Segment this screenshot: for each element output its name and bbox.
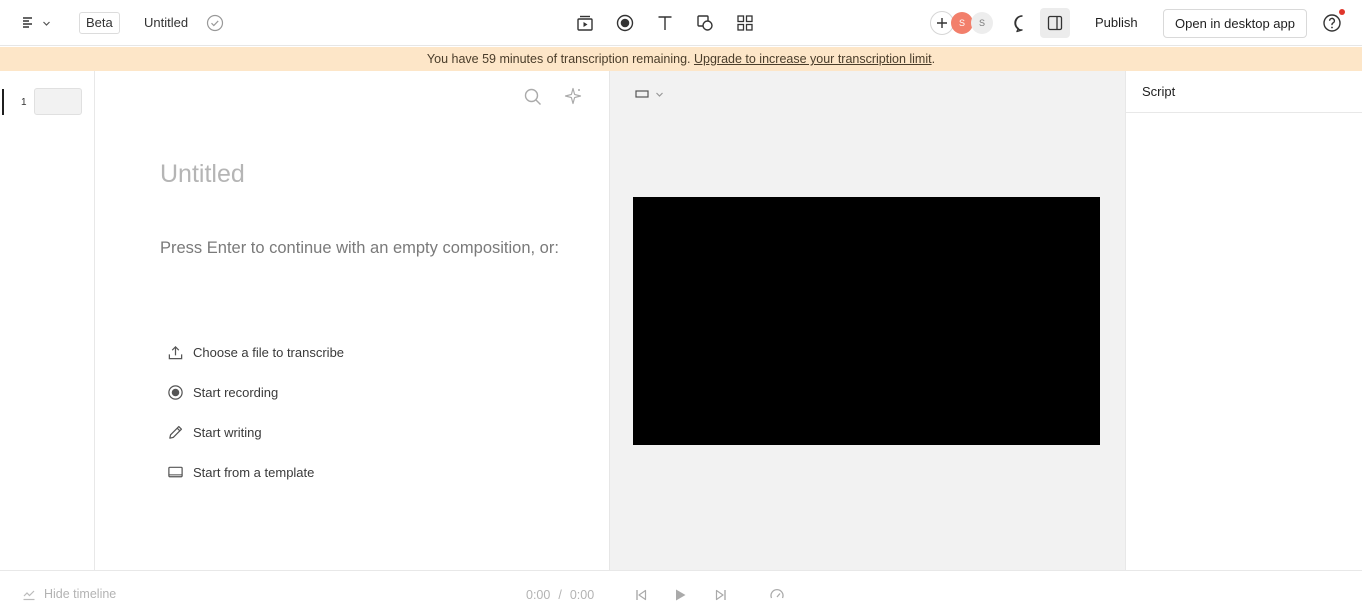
sparkle-icon[interactable] [563,86,583,106]
beta-badge: Beta [79,12,120,34]
total-time: 0:00 [569,588,595,602]
hide-timeline-button[interactable]: Hide timeline [22,587,116,601]
text-button[interactable] [653,11,677,35]
option-label: Start from a template [193,464,315,480]
pencil-icon [169,425,183,439]
open-desktop-app-button[interactable]: Open in desktop app [1163,9,1307,38]
skip-forward-icon[interactable] [713,587,729,603]
time-display: 0:00 / 0:00 [522,588,598,602]
upload-icon [168,345,183,359]
transcription-banner: You have 59 minutes of transcription rem… [0,47,1362,71]
shapes-icon [697,15,713,31]
hide-timeline-label: Hide timeline [44,587,117,601]
upgrade-link[interactable]: Upgrade to increase your transcription l… [694,52,932,66]
layouts-button[interactable] [733,11,757,35]
insert-toolbar [573,11,757,35]
start-writing-option[interactable]: Start writing [167,422,262,442]
play-icon[interactable] [672,587,688,603]
scene-active-indicator [2,89,4,115]
avatar[interactable]: S [951,12,973,34]
avatar[interactable]: S [971,12,993,34]
start-recording-option[interactable]: Start recording [167,382,278,402]
video-canvas[interactable] [633,197,1100,445]
time-separator: / [558,588,562,602]
document-title[interactable]: Untitled [144,15,188,30]
aspect-ratio-icon [635,90,649,98]
option-label: Start recording [193,384,279,400]
scene-number: 1 [21,97,27,108]
current-time: 0:00 [526,588,551,602]
plus-icon [937,18,947,28]
empty-state-prompt: Press Enter to continue with an empty co… [160,239,559,257]
playback-bar: Hide timeline 0:00 / 0:00 [0,570,1362,615]
banner-suffix: . [931,52,936,66]
saved-check-icon [206,14,224,32]
start-template-option[interactable]: Start from a template [167,462,314,482]
option-label: Choose a file to transcribe [193,344,345,360]
chevron-down-icon [43,21,50,26]
script-panel-title: Script [1126,71,1362,113]
search-icon[interactable] [523,87,543,107]
publish-button[interactable]: Publish [1095,15,1138,30]
template-icon [168,466,183,477]
record-icon [168,384,183,400]
notification-dot [1339,9,1345,15]
media-button[interactable] [573,11,597,35]
option-label: Start writing [193,424,262,440]
grid-icon [737,15,753,31]
timeline-icon [23,590,35,601]
comment-icon[interactable] [1012,13,1032,33]
record-icon [616,14,634,32]
media-icon [577,15,593,31]
playback-speed-icon[interactable] [769,587,785,603]
sidebar-panel-icon [1047,15,1063,31]
skip-back-icon[interactable] [633,587,649,603]
script-panel: Script [1125,71,1362,570]
main-menu-button[interactable] [22,13,58,33]
text-icon [658,16,672,30]
chevron-down-icon [656,92,663,97]
script-editor: Untitled Press Enter to continue with an… [95,71,610,570]
banner-text: You have 59 minutes of transcription rem… [426,52,694,66]
help-icon[interactable] [1322,13,1342,33]
panel-toggle-button[interactable] [1040,8,1070,38]
choose-file-option[interactable]: Choose a file to transcribe [167,342,344,362]
record-button[interactable] [613,11,637,35]
composition-title-input[interactable]: Untitled [160,160,245,189]
menu-icon [23,17,32,28]
scene-thumbnail[interactable] [34,88,82,115]
scenes-sidebar: 1 [0,71,95,570]
canvas-preview [610,71,1125,570]
aspect-ratio-select[interactable] [635,89,664,99]
top-bar: Beta Untitled S S Publish Open in deskto… [0,0,1362,46]
shapes-button[interactable] [693,11,717,35]
